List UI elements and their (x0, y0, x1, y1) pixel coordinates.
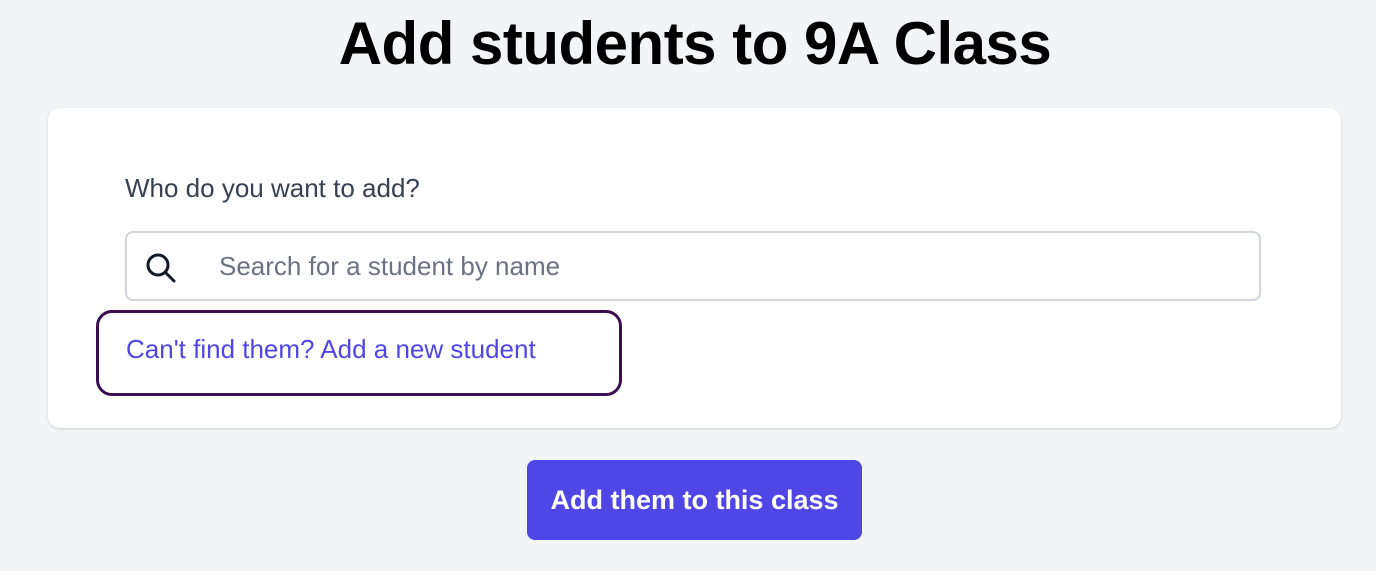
add-to-class-button[interactable]: Add them to this class (527, 460, 862, 540)
search-icon (143, 250, 179, 286)
page-title: Add students to 9A Class (338, 10, 1052, 77)
page: Add students to 9A Class Who do you want… (0, 0, 1376, 571)
search-field-label: Who do you want to add? (125, 173, 420, 203)
add-new-student-link-label: Can't find them? Add a new student (126, 334, 536, 364)
add-new-student-link[interactable]: Can't find them? Add a new student (96, 310, 622, 396)
search-input[interactable] (219, 233, 1249, 299)
add-students-card: Who do you want to add? Can't find them?… (48, 108, 1341, 428)
search-box[interactable] (125, 231, 1261, 301)
